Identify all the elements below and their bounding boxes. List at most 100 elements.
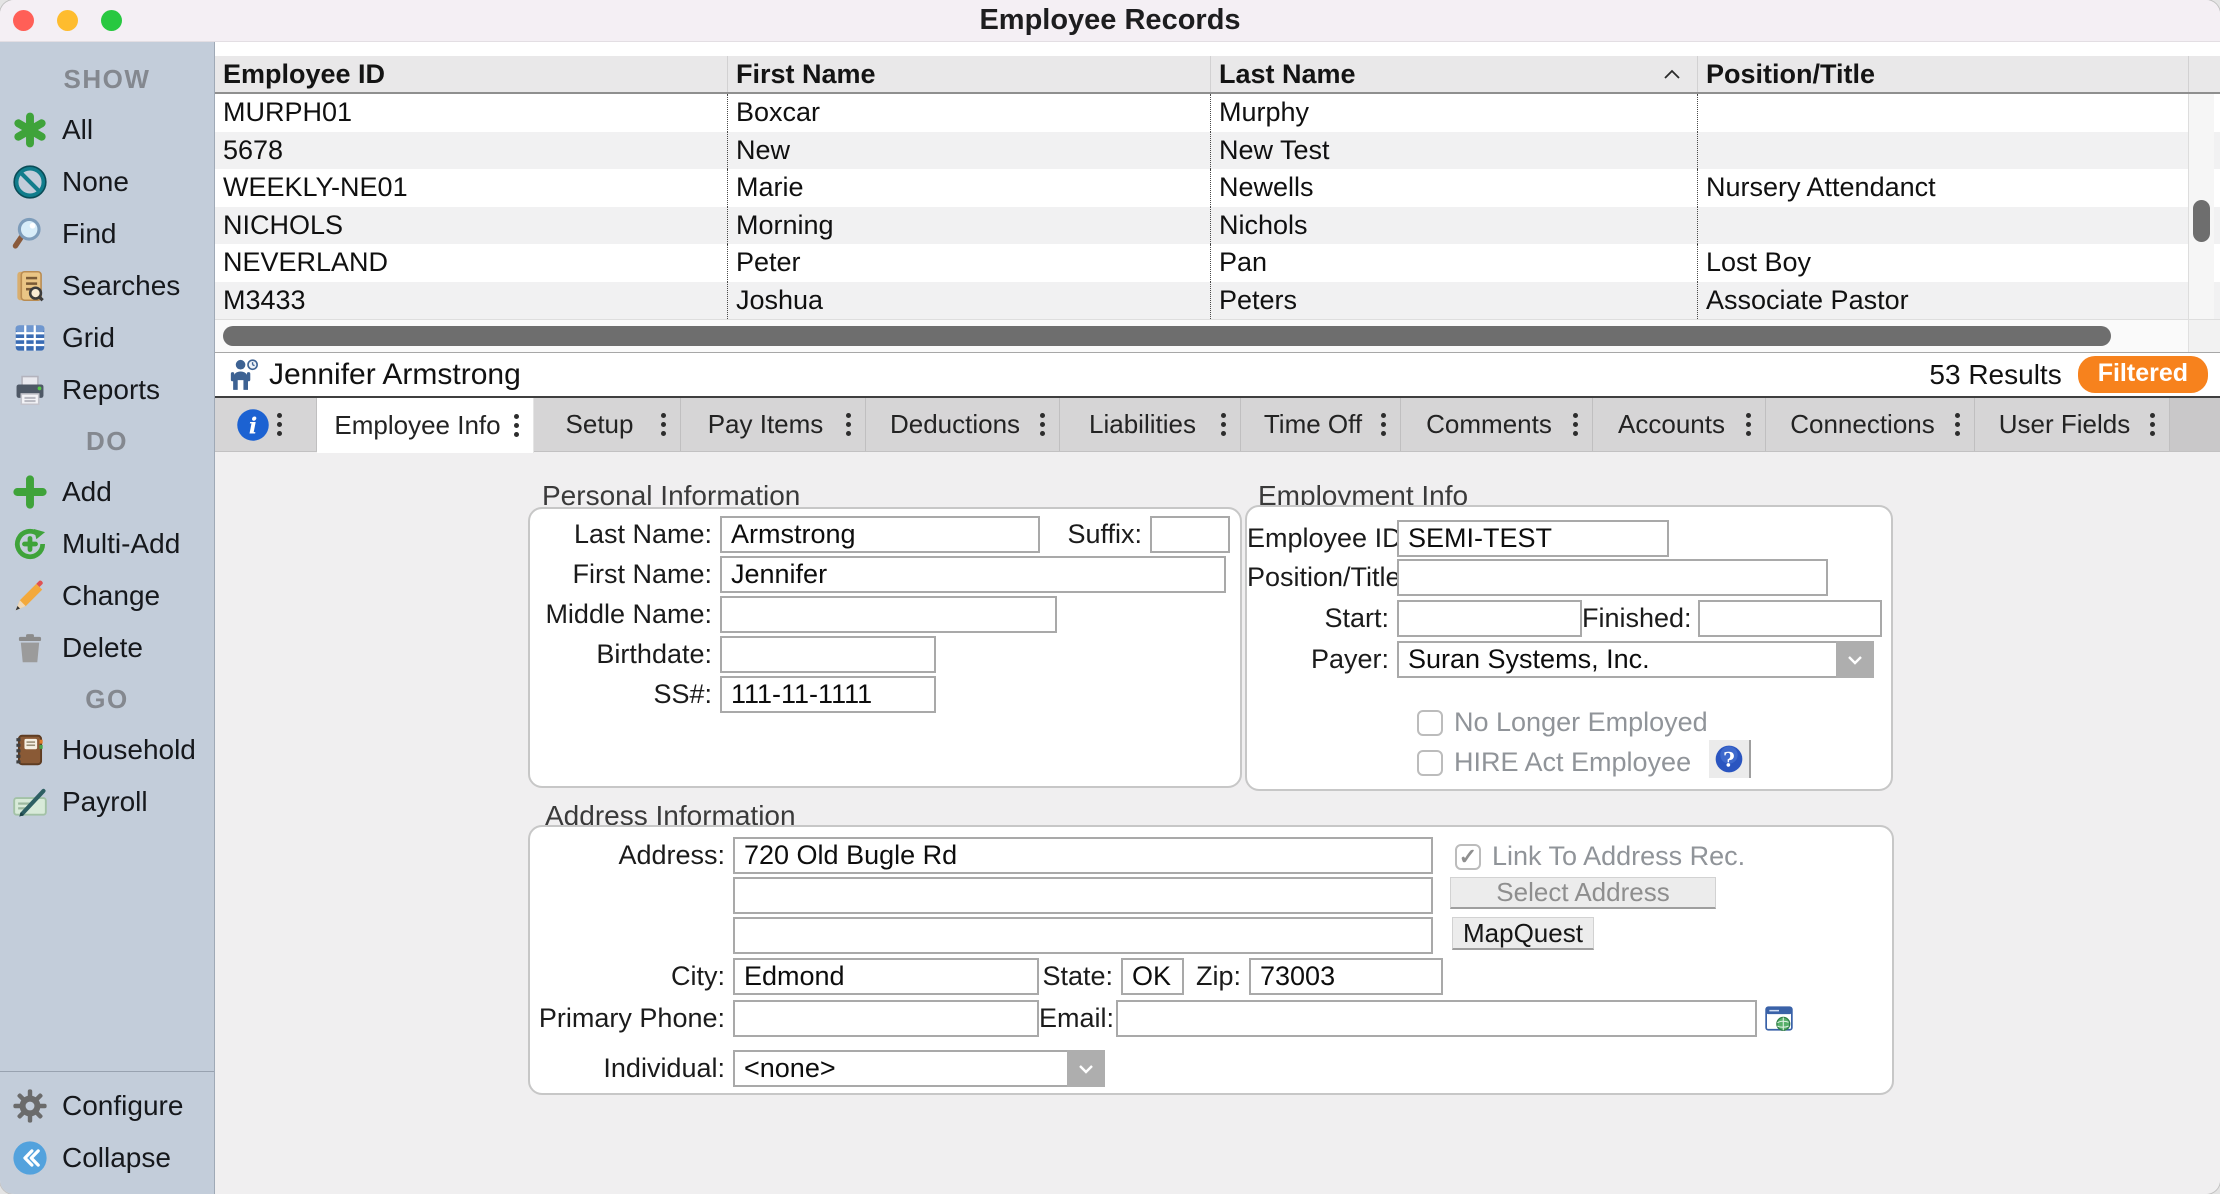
- sidebar-item-label: Household: [62, 734, 196, 766]
- finished-field[interactable]: [1698, 600, 1882, 637]
- table-row[interactable]: 5678 New New Test: [215, 132, 2220, 170]
- cell-last-name: Pan: [1210, 244, 1697, 282]
- cell-position: [1697, 132, 2188, 170]
- individual-dropdown[interactable]: <none>: [733, 1050, 1105, 1087]
- position-title-field[interactable]: [1397, 559, 1828, 596]
- tab-menu-dots[interactable]: [1221, 413, 1226, 418]
- cell-last-name: Newells: [1210, 169, 1697, 207]
- tab-employee-info[interactable]: Employee Info: [317, 398, 534, 453]
- sidebar-item-multi-add[interactable]: Multi-Add: [0, 518, 214, 570]
- select-address-button[interactable]: Select Address: [1450, 877, 1716, 909]
- table-row[interactable]: MURPH01 Boxcar Murphy: [215, 94, 2220, 132]
- tab-time-off[interactable]: Time Off: [1241, 398, 1401, 451]
- payer-dropdown[interactable]: Suran Systems, Inc.: [1397, 641, 1874, 678]
- column-header-first-name[interactable]: First Name: [727, 56, 1210, 92]
- mapquest-button[interactable]: MapQuest: [1452, 917, 1594, 950]
- address-line1-field[interactable]: 720 Old Bugle Rd: [733, 837, 1433, 874]
- help-button[interactable]: ?: [1709, 740, 1751, 778]
- personal-info-panel: Last Name: Armstrong Suffix: First Name:…: [528, 507, 1242, 788]
- tab-menu-dots[interactable]: [1746, 413, 1751, 418]
- title-bar: Employee Records: [0, 0, 2220, 42]
- sidebar-item-grid[interactable]: Grid: [0, 312, 214, 364]
- address-line3-field[interactable]: [733, 917, 1433, 954]
- column-header-employee-id[interactable]: Employee ID: [215, 56, 727, 92]
- question-mark-icon: ?: [1713, 743, 1745, 775]
- results-count: 53 Results: [1929, 359, 2061, 391]
- tab-liabilities[interactable]: Liabilities: [1060, 398, 1241, 451]
- tab-menu-dots[interactable]: [1381, 413, 1386, 418]
- address-line2-field[interactable]: [733, 877, 1433, 914]
- sort-ascending-icon: [1663, 69, 1681, 80]
- email-web-icon[interactable]: [1765, 1004, 1793, 1034]
- sidebar-item-delete[interactable]: Delete: [0, 622, 214, 674]
- tab-setup[interactable]: Setup: [534, 398, 681, 451]
- hire-act-checkbox[interactable]: [1417, 750, 1443, 776]
- table-row[interactable]: NEVERLAND Peter Pan Lost Boy: [215, 244, 2220, 282]
- sidebar-item-add[interactable]: Add: [0, 466, 214, 518]
- tab-record-info[interactable]: i: [215, 398, 317, 451]
- horizontal-scrollbar[interactable]: [215, 319, 2220, 352]
- tab-menu-dots[interactable]: [514, 414, 519, 419]
- no-longer-employed-checkbox[interactable]: [1417, 710, 1443, 736]
- tab-deductions[interactable]: Deductions: [866, 398, 1060, 451]
- last-name-field[interactable]: Armstrong: [720, 516, 1040, 553]
- tab-connections[interactable]: Connections: [1766, 398, 1975, 451]
- tab-menu-dots[interactable]: [1955, 413, 1960, 418]
- tab-menu-dots[interactable]: [1573, 413, 1578, 418]
- birthdate-field[interactable]: [720, 636, 936, 673]
- table-row[interactable]: M3433 Joshua Peters Associate Pastor: [215, 282, 2220, 320]
- tab-user-fields[interactable]: User Fields: [1975, 398, 2170, 451]
- sidebar-item-configure[interactable]: Configure: [0, 1080, 214, 1132]
- sidebar-item-searches[interactable]: Searches: [0, 260, 214, 312]
- no-longer-employed-label: No Longer Employed: [1454, 707, 1708, 738]
- vertical-scrollbar-thumb[interactable]: [2193, 200, 2210, 242]
- cell-first-name: Marie: [727, 169, 1210, 207]
- cell-first-name: Peter: [727, 244, 1210, 282]
- tab-menu-dots[interactable]: [2150, 413, 2155, 418]
- sidebar-item-label: Collapse: [62, 1142, 171, 1174]
- city-field[interactable]: Edmond: [733, 958, 1039, 995]
- tab-menu-dots[interactable]: [846, 413, 851, 418]
- sidebar-item-none[interactable]: None: [0, 156, 214, 208]
- employee-id-field[interactable]: SEMI-TEST: [1397, 520, 1669, 557]
- tab-comments[interactable]: Comments: [1401, 398, 1593, 451]
- suffix-field[interactable]: [1150, 516, 1230, 553]
- sidebar-item-all[interactable]: All: [0, 104, 214, 156]
- sidebar-item-change[interactable]: Change: [0, 570, 214, 622]
- column-header-position-title[interactable]: Position/Title: [1697, 56, 2188, 92]
- middle-name-field[interactable]: [720, 596, 1057, 633]
- zip-field[interactable]: 73003: [1249, 958, 1443, 995]
- first-name-label: First Name:: [530, 559, 720, 590]
- tab-pay-items[interactable]: Pay Items: [681, 398, 866, 451]
- horizontal-scrollbar-thumb[interactable]: [223, 326, 2111, 346]
- table-row[interactable]: WEEKLY-NE01 Marie Newells Nursery Attend…: [215, 169, 2220, 207]
- sidebar-item-find[interactable]: Find: [0, 208, 214, 260]
- svg-text:i: i: [249, 413, 258, 439]
- link-to-address-checkbox[interactable]: ✓: [1455, 844, 1481, 870]
- middle-name-label: Middle Name:: [530, 599, 720, 630]
- suffix-label: Suffix:: [1040, 519, 1150, 550]
- tab-accounts[interactable]: Accounts: [1593, 398, 1766, 451]
- column-header-last-name[interactable]: Last Name: [1210, 56, 1697, 92]
- tab-menu-dots[interactable]: [661, 413, 666, 418]
- sidebar-item-reports[interactable]: Reports: [0, 364, 214, 416]
- filtered-badge[interactable]: Filtered: [2078, 356, 2208, 393]
- position-title-label: Position/Title:: [1247, 562, 1397, 593]
- tab-menu-dots[interactable]: [277, 413, 282, 418]
- table-row[interactable]: NICHOLS Morning Nichols: [215, 207, 2220, 245]
- tab-menu-dots[interactable]: [1040, 413, 1045, 418]
- sidebar-item-household[interactable]: Household: [0, 724, 214, 776]
- primary-phone-field[interactable]: [733, 1000, 1039, 1037]
- email-field[interactable]: [1116, 1000, 1757, 1037]
- hire-act-label: HIRE Act Employee: [1454, 747, 1691, 778]
- sidebar-item-label: Payroll: [62, 786, 148, 818]
- sidebar-item-payroll[interactable]: Payroll: [0, 776, 214, 828]
- ssn-field[interactable]: 111-11-1111: [720, 676, 936, 713]
- vertical-scrollbar[interactable]: [2188, 94, 2214, 319]
- first-name-field[interactable]: Jennifer: [720, 556, 1226, 593]
- payer-value: Suran Systems, Inc.: [1397, 641, 1836, 678]
- state-field[interactable]: OK: [1121, 958, 1184, 995]
- sidebar-item-collapse[interactable]: Collapse: [0, 1132, 214, 1184]
- cell-last-name: Nichols: [1210, 207, 1697, 245]
- start-field[interactable]: [1397, 600, 1582, 637]
